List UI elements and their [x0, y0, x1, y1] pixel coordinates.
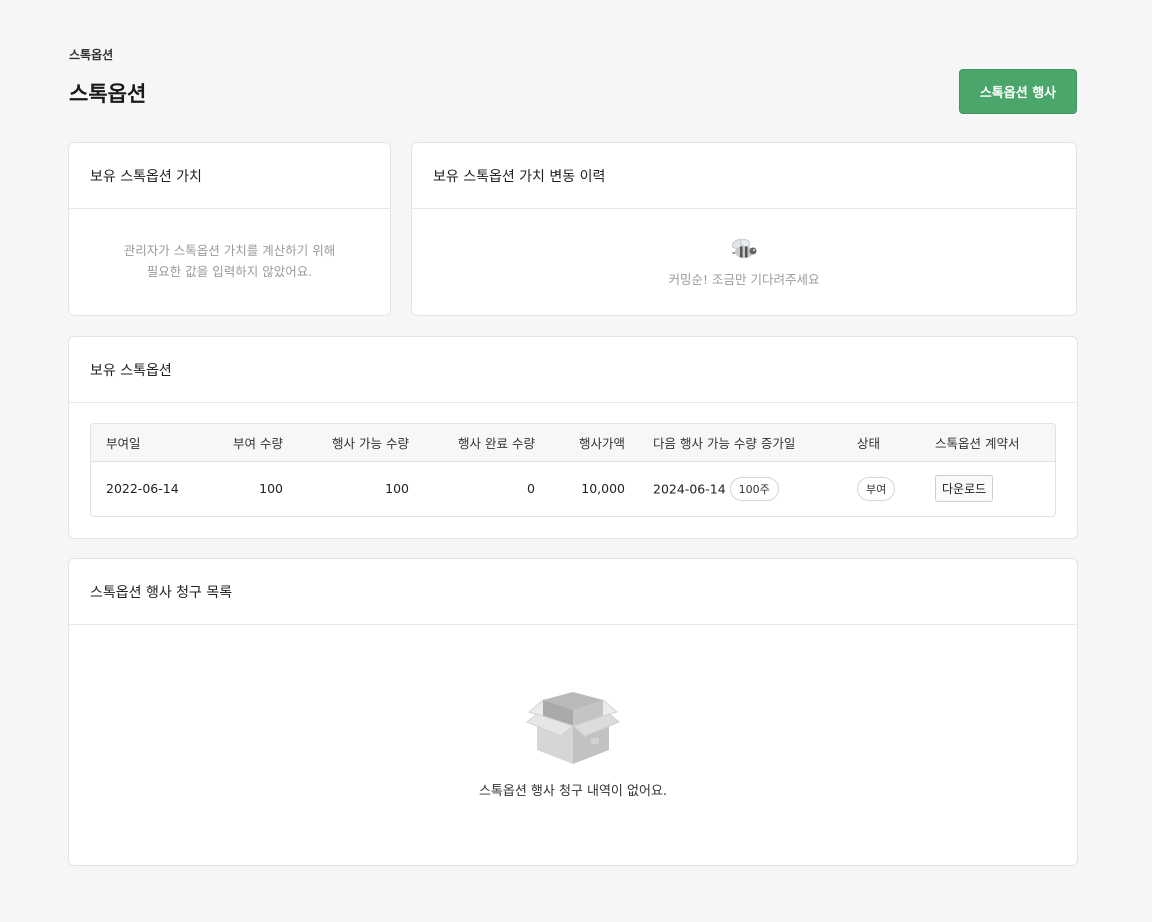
exercise-price-cell: 10,000 — [581, 481, 625, 497]
column-header: 행사 완료 수량 — [409, 424, 535, 462]
breadcrumb[interactable]: 스톡옵션 — [69, 46, 113, 63]
page-title: 스톡옵션 — [69, 82, 147, 106]
table-header-row: 부여일 부여 수량 행사 가능 수량 행사 완료 수량 행사가액 다음 행사 가… — [91, 424, 1055, 462]
empty-message-line-1: 관리자가 스톡옵션 가치를 계산하기 위해 — [123, 243, 336, 258]
bee-icon — [731, 238, 757, 258]
value-history-card: 보유 스톡옵션 가치 변동 이력 커밍순! 조금만 기다려주세요 — [411, 142, 1077, 316]
card-title: 보유 스톡옵션 — [69, 337, 1077, 403]
next-vesting-cell: 2024-06-14 100주 — [625, 461, 857, 516]
column-header: 스톡옵션 계약서 — [935, 424, 1055, 462]
table-row: 2022-06-14 100 100 0 10,000 2024-06-14 1… — [91, 461, 1055, 516]
stock-option-value-card: 보유 스톡옵션 가치 관리자가 스톡옵션 가치를 계산하기 위해 필요한 값을 … — [68, 142, 391, 316]
card-title: 보유 스톡옵션 가치 변동 이력 — [412, 143, 1076, 209]
status-badge: 부여 — [857, 476, 896, 501]
card-title: 보유 스톡옵션 가치 — [69, 143, 390, 209]
next-vesting-amount-badge: 100주 — [729, 476, 779, 501]
card-title: 스톡옵션 행사 청구 목록 — [69, 559, 1077, 625]
coming-soon-text: 커밍순! 조금만 기다려주세요 — [668, 272, 820, 287]
column-header: 상태 — [857, 424, 935, 462]
empty-claims-text: 스톡옵션 행사 청구 내역이 없어요. — [478, 784, 668, 799]
grant-date-cell: 2022-06-14 — [106, 481, 179, 497]
empty-message-line-2: 필요한 값을 입력하지 않았어요. — [146, 264, 313, 279]
column-header: 부여 수량 — [216, 424, 283, 462]
holdings-card: 보유 스톡옵션 부여일 부여 수량 행사 가능 수량 행사 완료 수량 행사가액… — [68, 336, 1078, 539]
column-header: 다음 행사 가능 수량 증가일 — [625, 424, 857, 462]
contract-cell: 다운로드 — [935, 461, 1055, 516]
exercisable-quantity-cell: 100 — [385, 481, 409, 497]
exercise-claims-card: 스톡옵션 행사 청구 목록 스톡옵션 행사 청구 내역이 없어요. — [68, 558, 1078, 866]
empty-box-icon — [526, 692, 620, 764]
column-header: 행사가액 — [535, 424, 625, 462]
column-header: 행사 가능 수량 — [283, 424, 409, 462]
next-vesting-date: 2024-06-14 — [653, 481, 726, 497]
granted-quantity-cell: 100 — [259, 481, 283, 497]
exercised-quantity-cell: 0 — [527, 481, 535, 497]
holdings-table: 부여일 부여 수량 행사 가능 수량 행사 완료 수량 행사가액 다음 행사 가… — [90, 423, 1056, 517]
status-cell: 부여 — [857, 461, 935, 516]
download-contract-button[interactable]: 다운로드 — [935, 475, 994, 503]
exercise-stock-option-button[interactable]: 스톡옵션 행사 — [959, 69, 1077, 114]
column-header: 부여일 — [91, 424, 216, 462]
